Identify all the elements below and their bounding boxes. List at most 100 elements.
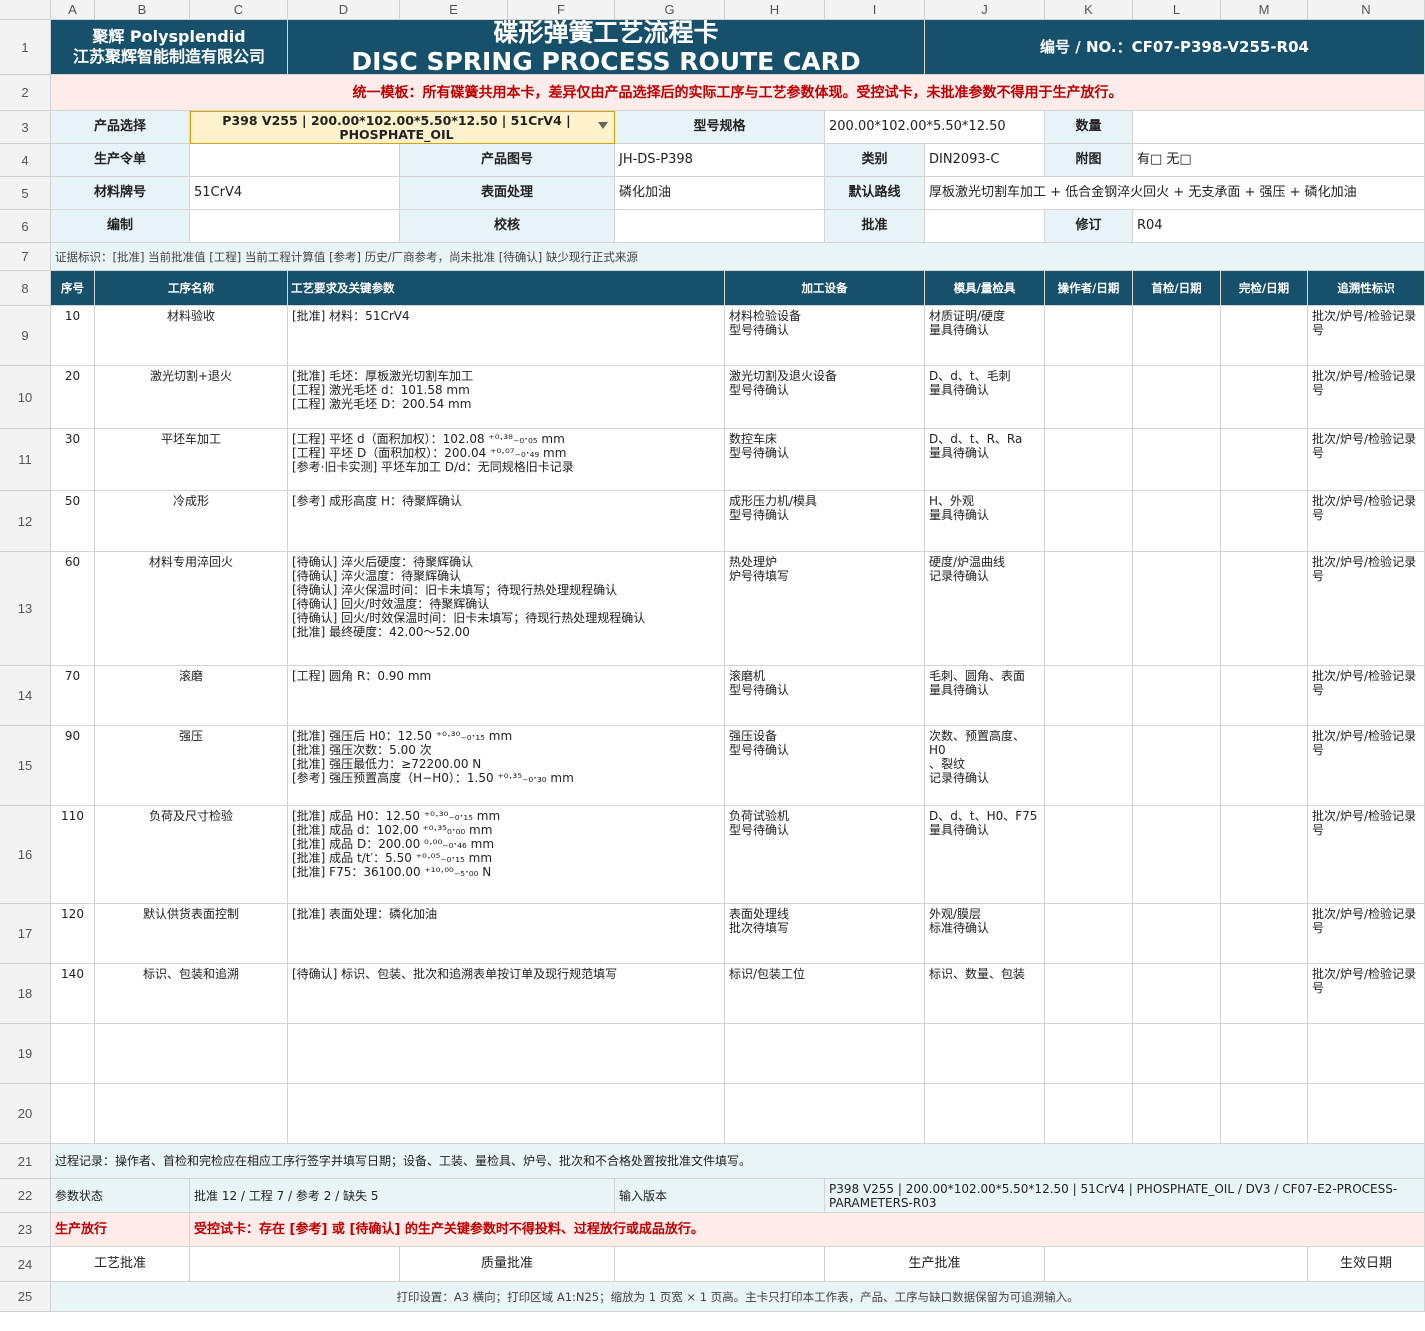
op-equipment[interactable]: 表面处理线 批次待填写 xyxy=(725,904,925,964)
op-operator[interactable] xyxy=(1045,306,1133,366)
row-header-21[interactable]: 21 xyxy=(0,1144,51,1179)
op-name[interactable]: 标识、包装和追溯 xyxy=(95,964,288,1024)
row-header-16[interactable]: 16 xyxy=(0,806,51,904)
material-value[interactable]: 51CrV4 xyxy=(190,177,400,210)
empty-cell[interactable] xyxy=(95,1024,288,1084)
op-trace[interactable]: 批次/炉号/检验记录号 xyxy=(1308,306,1425,366)
op-tools[interactable]: D、d、t、H0、F75 量具待确认 xyxy=(925,806,1045,904)
op-tools[interactable]: 标识、数量、包装 xyxy=(925,964,1045,1024)
spec-value[interactable]: 200.00*102.00*5.50*12.50 xyxy=(825,111,1045,144)
order-value[interactable] xyxy=(190,144,400,177)
op-name[interactable]: 激光切割+退火 xyxy=(95,366,288,429)
prepared-value[interactable] xyxy=(190,210,400,243)
op-name[interactable]: 强压 xyxy=(95,726,288,806)
empty-cell[interactable] xyxy=(1221,1084,1308,1144)
op-name[interactable]: 冷成形 xyxy=(95,491,288,552)
op-final-check[interactable] xyxy=(1221,666,1308,726)
column-header-A[interactable]: A xyxy=(51,0,95,20)
op-operator[interactable] xyxy=(1045,491,1133,552)
op-trace[interactable]: 批次/炉号/检验记录号 xyxy=(1308,491,1425,552)
op-tools[interactable]: D、d、t、R、Ra 量具待确认 xyxy=(925,429,1045,491)
empty-cell[interactable] xyxy=(1308,1024,1425,1084)
empty-cell[interactable] xyxy=(725,1024,925,1084)
op-operator[interactable] xyxy=(1045,964,1133,1024)
op-equipment[interactable]: 滚磨机 型号待确认 xyxy=(725,666,925,726)
row-header-7[interactable]: 7 xyxy=(0,243,51,271)
op-operator[interactable] xyxy=(1045,552,1133,666)
row-header-11[interactable]: 11 xyxy=(0,429,51,491)
op-name[interactable]: 材料验收 xyxy=(95,306,288,366)
op-equipment[interactable]: 强压设备 型号待确认 xyxy=(725,726,925,806)
route-value[interactable]: 厚板激光切割车加工 + 低合金钢淬火回火 + 无支承面 + 强压 + 磷化加油 xyxy=(925,177,1425,210)
op-params[interactable]: [批准] 毛坯：厚板激光切割车加工 [工程] 激光毛坯 d：101.58 mm … xyxy=(288,366,725,429)
sign-quality-blank[interactable] xyxy=(615,1247,825,1282)
op-seq[interactable]: 120 xyxy=(51,904,95,964)
row-header-6[interactable]: 6 xyxy=(0,210,51,243)
op-seq[interactable]: 30 xyxy=(51,429,95,491)
row-header-24[interactable]: 24 xyxy=(0,1247,51,1282)
row-header-15[interactable]: 15 xyxy=(0,726,51,806)
sign-process-blank[interactable] xyxy=(190,1247,400,1282)
row-header-20[interactable]: 20 xyxy=(0,1084,51,1144)
empty-cell[interactable] xyxy=(1133,1084,1221,1144)
row-header-12[interactable]: 12 xyxy=(0,491,51,552)
op-first-check[interactable] xyxy=(1133,904,1221,964)
op-operator[interactable] xyxy=(1045,666,1133,726)
op-seq[interactable]: 50 xyxy=(51,491,95,552)
qty-value[interactable] xyxy=(1133,111,1425,144)
op-seq[interactable]: 110 xyxy=(51,806,95,904)
column-header-D[interactable]: D xyxy=(288,0,400,20)
column-header-E[interactable]: E xyxy=(400,0,508,20)
empty-cell[interactable] xyxy=(1308,1084,1425,1144)
op-equipment[interactable]: 标识/包装工位 xyxy=(725,964,925,1024)
op-equipment[interactable]: 材料检验设备 型号待确认 xyxy=(725,306,925,366)
row-header-23[interactable]: 23 xyxy=(0,1213,51,1247)
op-equipment[interactable]: 负荷试验机 型号待确认 xyxy=(725,806,925,904)
op-first-check[interactable] xyxy=(1133,306,1221,366)
op-seq[interactable]: 70 xyxy=(51,666,95,726)
column-header-B[interactable]: B xyxy=(95,0,190,20)
op-first-check[interactable] xyxy=(1133,491,1221,552)
op-operator[interactable] xyxy=(1045,366,1133,429)
op-trace[interactable]: 批次/炉号/检验记录号 xyxy=(1308,806,1425,904)
op-name[interactable]: 默认供货表面控制 xyxy=(95,904,288,964)
op-name[interactable]: 负荷及尺寸检验 xyxy=(95,806,288,904)
op-operator[interactable] xyxy=(1045,904,1133,964)
checked-value[interactable] xyxy=(615,210,825,243)
row-header-25[interactable]: 25 xyxy=(0,1282,51,1312)
op-final-check[interactable] xyxy=(1221,726,1308,806)
op-final-check[interactable] xyxy=(1221,806,1308,904)
column-header-J[interactable]: J xyxy=(925,0,1045,20)
op-tools[interactable]: 毛刺、圆角、表面 量具待确认 xyxy=(925,666,1045,726)
op-first-check[interactable] xyxy=(1133,366,1221,429)
op-name[interactable]: 材料专用淬回火 xyxy=(95,552,288,666)
row-header-5[interactable]: 5 xyxy=(0,177,51,210)
op-operator[interactable] xyxy=(1045,726,1133,806)
select-all-corner[interactable] xyxy=(0,0,51,20)
op-final-check[interactable] xyxy=(1221,964,1308,1024)
drawing-value[interactable]: JH-DS-P398 xyxy=(615,144,825,177)
op-seq[interactable]: 10 xyxy=(51,306,95,366)
op-params[interactable]: [待确认] 淬火后硬度：待聚辉确认 [待确认] 淬火温度：待聚辉确认 [待确认]… xyxy=(288,552,725,666)
row-header-3[interactable]: 3 xyxy=(0,111,51,144)
op-final-check[interactable] xyxy=(1221,491,1308,552)
category-value[interactable]: DIN2093-C xyxy=(925,144,1045,177)
op-operator[interactable] xyxy=(1045,806,1133,904)
op-tools[interactable]: D、d、t、毛刺 量具待确认 xyxy=(925,366,1045,429)
op-trace[interactable]: 批次/炉号/检验记录号 xyxy=(1308,552,1425,666)
empty-cell[interactable] xyxy=(1045,1084,1133,1144)
op-trace[interactable]: 批次/炉号/检验记录号 xyxy=(1308,429,1425,491)
op-operator[interactable] xyxy=(1045,429,1133,491)
revision-value[interactable]: R04 xyxy=(1133,210,1425,243)
op-params[interactable]: [批准] 强压后 H0：12.50 ⁺⁰·³⁰₋₀·₁₅ mm [批准] 强压次… xyxy=(288,726,725,806)
column-header-N[interactable]: N xyxy=(1308,0,1425,20)
column-header-M[interactable]: M xyxy=(1221,0,1308,20)
row-header-1[interactable]: 1 xyxy=(0,20,51,75)
op-trace[interactable]: 批次/炉号/检验记录号 xyxy=(1308,964,1425,1024)
op-seq[interactable]: 140 xyxy=(51,964,95,1024)
op-tools[interactable]: 外观/膜层 标准待确认 xyxy=(925,904,1045,964)
column-header-K[interactable]: K xyxy=(1045,0,1133,20)
row-header-10[interactable]: 10 xyxy=(0,366,51,429)
sign-production-blank[interactable] xyxy=(1045,1247,1308,1282)
empty-cell[interactable] xyxy=(51,1084,95,1144)
